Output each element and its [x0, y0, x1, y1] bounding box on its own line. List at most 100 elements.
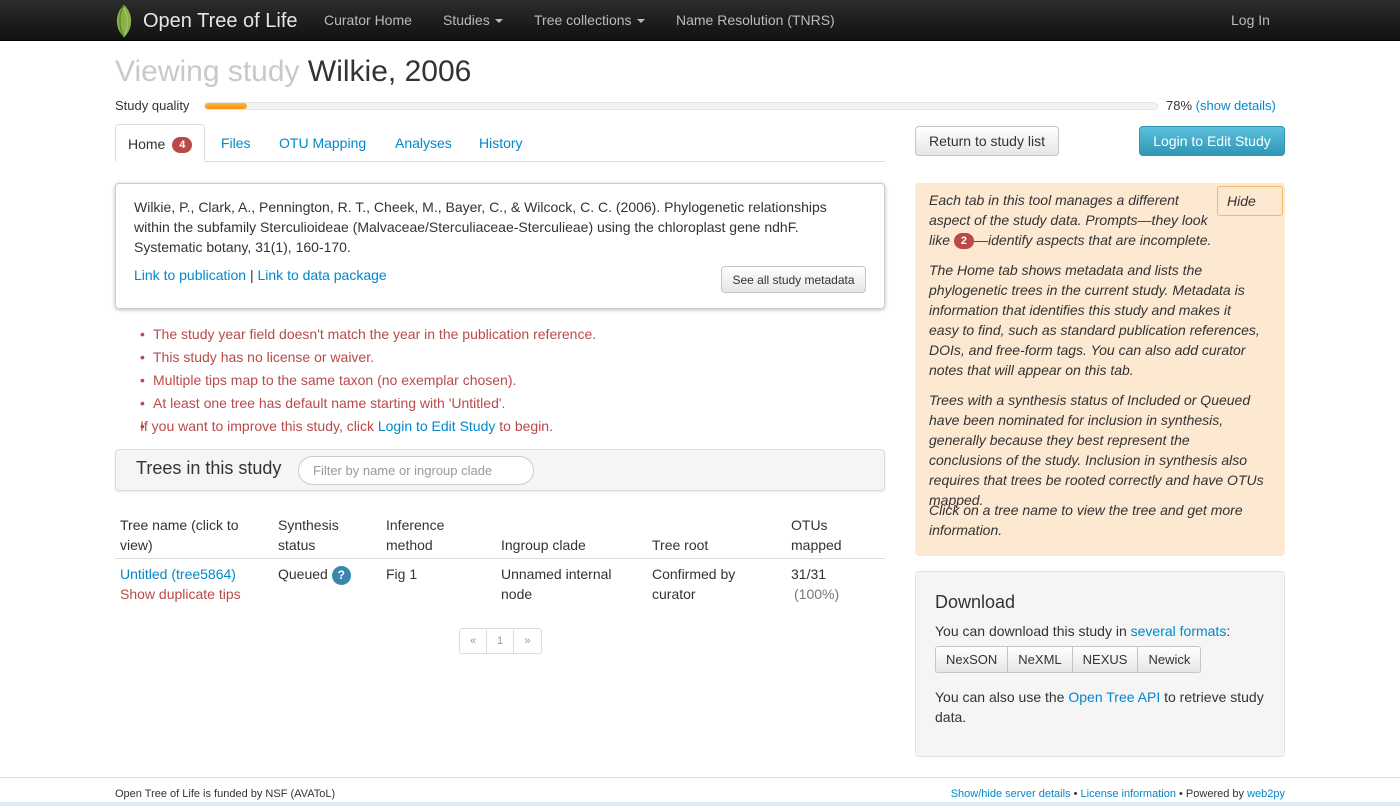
- tab-files[interactable]: Files: [209, 124, 263, 162]
- warning-item: The study year field doesn't match the y…: [140, 323, 596, 346]
- example-prompt-badge: 2: [953, 233, 975, 250]
- synthesis-status-cell: Queued?: [278, 564, 351, 585]
- page-title: Viewing study Wilkie, 2006: [115, 54, 471, 90]
- pager-next[interactable]: »: [514, 629, 541, 653]
- warning-item: This study has no license or waiver.: [140, 346, 596, 369]
- see-all-metadata-button[interactable]: See all study metadata: [721, 266, 866, 293]
- tab-home[interactable]: Home 4: [115, 124, 206, 162]
- study-quality-value: 78% (show details): [1166, 98, 1276, 113]
- column-inference-method: Inference method: [386, 517, 445, 553]
- tree-filter-input[interactable]: [298, 456, 534, 485]
- improve-login-link[interactable]: Login to Edit Study: [378, 418, 496, 434]
- download-text-colon: :: [1226, 623, 1231, 639]
- study-quality-fill: [205, 103, 247, 109]
- tree-pagination: « 1 »: [459, 628, 542, 654]
- nav-studies-dropdown[interactable]: Studies: [443, 0, 503, 41]
- help-paragraph-click: Click on a tree name to view the tree an…: [929, 502, 1243, 538]
- publication-reference: Wilkie, P., Clark, A., Pennington, R. T.…: [134, 199, 827, 255]
- ingroup-clade-cell: Unnamed internal node: [501, 566, 612, 602]
- study-quality-bar: [204, 102, 1158, 110]
- trees-title: Trees in this study: [136, 458, 282, 478]
- tab-analyses[interactable]: Analyses: [383, 124, 464, 162]
- tab-home-label: Home: [128, 136, 166, 152]
- column-synthesis-status: Synthesis status: [278, 517, 339, 553]
- help-paragraph-home: The Home tab shows metadata and lists th…: [929, 262, 1260, 378]
- bottom-strip: [0, 802, 1400, 806]
- top-navbar: Open Tree of Life Curator Home Studies T…: [0, 0, 1400, 41]
- improve-prefix: If you want to improve this study, click: [140, 418, 374, 434]
- study-quality-percent: 78%: [1166, 98, 1193, 113]
- download-text-prefix: You can download this study in: [935, 623, 1127, 639]
- brand-name: Open Tree of Life: [143, 9, 298, 32]
- pager-page-1[interactable]: 1: [487, 629, 514, 653]
- nav-name-resolution[interactable]: Name Resolution (TNRS): [676, 0, 835, 41]
- leaf-logo-icon: [116, 4, 132, 38]
- study-quality-label: Study quality: [115, 98, 190, 113]
- download-panel: Download You can download this study in …: [915, 571, 1285, 757]
- nav-tree-collections-label: Tree collections: [534, 12, 632, 28]
- download-nexson-button[interactable]: NexSON: [935, 646, 1009, 673]
- return-to-study-list-button[interactable]: Return to study list: [915, 126, 1059, 156]
- improve-suffix: to begin.: [499, 418, 553, 434]
- download-api-text: You can also use the Open Tree API to re…: [935, 687, 1265, 727]
- tab-history[interactable]: History: [467, 124, 535, 162]
- table-header-divider: [115, 558, 885, 559]
- reference-links: Link to publication | Link to data packa…: [134, 267, 387, 283]
- otus-mapped-cell: 31/31 (100%): [791, 564, 839, 604]
- nav-tree-collections-dropdown[interactable]: Tree collections: [534, 0, 645, 41]
- download-title: Download: [935, 592, 1016, 612]
- inference-method-cell: Fig 1: [386, 566, 418, 582]
- download-nexus-button[interactable]: NEXUS: [1071, 646, 1139, 673]
- brand-link[interactable]: Open Tree of Life: [113, 4, 298, 38]
- column-otus-mapped: OTUs mapped: [791, 517, 842, 553]
- column-tree-root: Tree root: [652, 537, 709, 553]
- download-format-buttons: NexSON NeXML NEXUS Newick: [935, 646, 1202, 673]
- hide-help-button[interactable]: Hide: [1217, 186, 1283, 216]
- footer-bullet: •: [1179, 788, 1183, 800]
- tree-name-link[interactable]: Untitled (tree5864): [120, 564, 241, 584]
- tree-root-cell: Confirmed by curator: [652, 566, 736, 602]
- column-ingroup-clade: Ingroup clade: [501, 537, 586, 553]
- footer-bullet: •: [1073, 788, 1078, 800]
- otus-mapped-count: 31/31: [791, 566, 827, 582]
- tab-otu-mapping[interactable]: OTU Mapping: [267, 124, 378, 162]
- footer-divider: [0, 777, 1400, 778]
- page-title-study: Wilkie, 2006: [307, 55, 472, 88]
- synthesis-status-value: Queued: [278, 566, 328, 582]
- caret-down-icon: [494, 19, 503, 24]
- study-warnings: The study year field doesn't match the y…: [140, 323, 596, 438]
- download-newick-button[interactable]: Newick: [1137, 646, 1202, 673]
- powered-by-label: Powered by: [1185, 788, 1245, 800]
- several-formats-link[interactable]: several formats: [1131, 623, 1227, 639]
- api-text-prefix: You can also use the: [935, 689, 1065, 705]
- web2py-link[interactable]: web2py: [1247, 788, 1285, 800]
- help-tabs-text-end: —identify aspects that are incomplete.: [974, 232, 1212, 248]
- server-details-link[interactable]: Show/hide server details: [951, 788, 1071, 800]
- footer-links: Show/hide server details • License infor…: [951, 788, 1285, 800]
- help-paragraph-tabs: Each tab in this tool manages a differen…: [929, 190, 1214, 250]
- warning-item: At least one tree has default name start…: [140, 392, 596, 415]
- open-tree-api-link[interactable]: Open Tree API: [1068, 689, 1160, 705]
- login-to-edit-button[interactable]: Login to Edit Study: [1139, 126, 1285, 156]
- column-tree-name: Tree name (click to view): [120, 517, 239, 553]
- show-duplicate-tips-link[interactable]: Show duplicate tips: [120, 584, 241, 604]
- pager-prev[interactable]: «: [460, 629, 487, 653]
- help-panel: Hide Each tab in this tool manages a dif…: [915, 183, 1285, 556]
- link-separator: |: [249, 267, 254, 283]
- trees-panel-header: Trees in this study: [115, 449, 885, 491]
- show-details-link[interactable]: (show details): [1196, 98, 1276, 113]
- footer-funding: Open Tree of Life is funded by NSF (AVAT…: [115, 788, 336, 800]
- license-information-link[interactable]: License information: [1081, 788, 1176, 800]
- page-title-prefix: Viewing study: [115, 55, 300, 88]
- link-to-data-package[interactable]: Link to data package: [258, 267, 387, 283]
- nav-curator-home[interactable]: Curator Home: [324, 0, 412, 41]
- link-to-publication[interactable]: Link to publication: [134, 267, 246, 283]
- improve-study-prompt: If you want to improve this study, click…: [140, 415, 596, 438]
- nav-login[interactable]: Log In: [1231, 0, 1270, 41]
- tab-home-badge: 4: [172, 137, 193, 154]
- help-paragraph-synthesis: Trees with a synthesis status of Include…: [929, 392, 1264, 508]
- nav-studies-label: Studies: [443, 12, 490, 28]
- download-nexml-button[interactable]: NeXML: [1007, 646, 1073, 673]
- warning-item: Multiple tips map to the same taxon (no …: [140, 369, 596, 392]
- help-icon[interactable]: ?: [331, 565, 351, 585]
